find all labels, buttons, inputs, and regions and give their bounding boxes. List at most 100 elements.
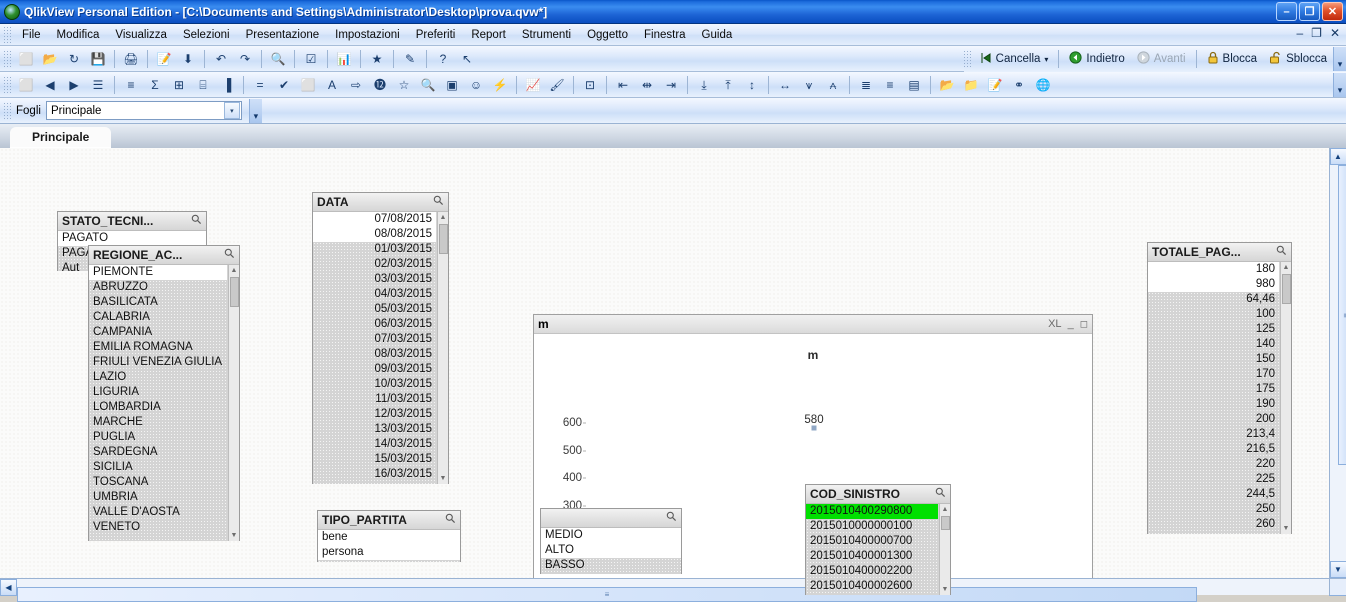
listbox-row[interactable]: 190	[1148, 397, 1279, 412]
resize-equal-width-icon[interactable]: ≣	[855, 74, 877, 96]
listbox-row[interactable]: 16/03/2015	[313, 467, 436, 482]
sheet-combo[interactable]: Principale ▾	[46, 101, 242, 120]
open-document-icon[interactable]: 📂	[39, 48, 61, 70]
quick-chart-icon[interactable]: 📊	[333, 48, 355, 70]
menu-item-preferiti[interactable]: Preferiti	[408, 27, 464, 43]
magnifier-icon[interactable]	[1276, 245, 1287, 259]
sheet-toolbar-overflow-button[interactable]: ▾	[249, 99, 262, 123]
listbox-row[interactable]: 216,5	[1148, 442, 1279, 457]
listbox-row[interactable]: 213,4	[1148, 427, 1279, 442]
listbox-row[interactable]: 170	[1148, 367, 1279, 382]
scroll-up-button[interactable]: ▲	[438, 212, 449, 223]
new-slider-icon[interactable]: ⓬	[369, 74, 391, 96]
chevron-down-icon[interactable]: ▾	[224, 102, 240, 119]
listbox-row[interactable]: TOSCANA	[89, 475, 227, 490]
new-multi-box-icon[interactable]: ⌸	[192, 74, 214, 96]
listbox-row[interactable]: LAZIO	[89, 370, 227, 385]
search-icon[interactable]: 🔍	[267, 48, 289, 70]
listbox-row[interactable]: 05/03/2015	[313, 302, 436, 317]
scroll-track[interactable]	[940, 515, 951, 584]
listbox-row[interactable]: BASILICATA	[89, 295, 227, 310]
listbox-row[interactable]: 225	[1148, 472, 1279, 487]
listbox-row[interactable]: PAGATO	[58, 231, 206, 246]
save-icon[interactable]: 💾	[87, 48, 109, 70]
design-toolbar-overflow-button[interactable]: ▾	[1333, 73, 1346, 97]
new-container-icon[interactable]: ▣	[441, 74, 463, 96]
scroll-track[interactable]	[1281, 273, 1292, 523]
menu-item-report[interactable]: Report	[463, 27, 514, 43]
publish-icon[interactable]: 🌐	[1032, 74, 1054, 96]
new-input-box-icon[interactable]: =	[249, 74, 271, 96]
unlock-button[interactable]: Sblocca	[1263, 49, 1333, 69]
print-icon[interactable]: 🖨	[120, 48, 142, 70]
listbox-row[interactable]: 03/03/2015	[313, 272, 436, 287]
scroll-up-button[interactable]: ▲	[1281, 262, 1292, 273]
listbox-row[interactable]: 2015010400290800	[806, 504, 938, 519]
align-bottom-icon[interactable]: ⤓	[693, 74, 715, 96]
align-middle-icon[interactable]: ↕	[741, 74, 763, 96]
listbox-row[interactable]: MEDIO	[541, 528, 681, 543]
toolbar-grip-icon[interactable]	[4, 51, 11, 67]
restore-button[interactable]: ❐	[1299, 2, 1320, 21]
new-sheet-icon[interactable]: ⬜	[15, 74, 37, 96]
time-chart-wizard-icon[interactable]: 📈	[522, 74, 544, 96]
menu-item-impostazioni[interactable]: Impostazioni	[327, 27, 408, 43]
listbox-body[interactable]: benepersona	[318, 530, 460, 562]
current-selections-icon[interactable]: ☑	[300, 48, 322, 70]
menu-item-file[interactable]: File	[14, 27, 49, 43]
previous-sheet-icon[interactable]: ◀	[39, 74, 61, 96]
listbox-row[interactable]: 06/03/2015	[313, 317, 436, 332]
listbox-cod-sinistro[interactable]: COD_SINISTRO2015010400290800201501000000…	[805, 484, 951, 595]
listbox-row[interactable]: EMILIA ROMAGNA	[89, 340, 227, 355]
space-horizontal-icon[interactable]: ⩜	[822, 74, 844, 96]
toolbar-grip-icon[interactable]	[4, 77, 11, 93]
listbox-row[interactable]: 2015010400000700	[806, 534, 938, 549]
listbox-row[interactable]: 150	[1148, 352, 1279, 367]
new-bookmark-object-icon[interactable]: ☆	[393, 74, 415, 96]
scroll-thumb[interactable]	[230, 277, 239, 307]
undo-icon[interactable]: ↶	[210, 48, 232, 70]
menu-item-selezioni[interactable]: Selezioni	[175, 27, 238, 43]
minimize-button[interactable]: –	[1276, 2, 1297, 21]
distribute-horizontal-icon[interactable]: ↔	[774, 74, 796, 96]
new-custom-object-icon[interactable]: ☺	[465, 74, 487, 96]
listbox-body[interactable]: PIEMONTEABRUZZOBASILICATACALABRIACAMPANI…	[89, 265, 239, 541]
listbox-row[interactable]: CAMPANIA	[89, 325, 227, 340]
menu-item-strumenti[interactable]: Strumenti	[514, 27, 579, 43]
listbox-row[interactable]: 2015010400001300	[806, 549, 938, 564]
export-to-excel-icon[interactable]: XL	[1048, 318, 1061, 330]
new-table-box-icon[interactable]: ⊞	[168, 74, 190, 96]
listbox-scrollbar[interactable]: ▲▼	[1280, 262, 1291, 534]
promote-icon[interactable]: 📂	[936, 74, 958, 96]
format-painter-icon[interactable]: 🖌	[546, 74, 568, 96]
menu-item-visualizza[interactable]: Visualizza	[107, 27, 175, 43]
sheet-properties-icon[interactable]: ☰	[87, 74, 109, 96]
new-search-object-icon[interactable]: 🔍	[417, 74, 439, 96]
listbox-body[interactable]: 18098064,46100125140150170175190200213,4…	[1148, 262, 1291, 534]
new-text-object-icon[interactable]: A	[321, 74, 343, 96]
scroll-up-button[interactable]: ▲	[940, 504, 951, 515]
align-center-horizontal-icon[interactable]: ⇹	[636, 74, 658, 96]
edit-script-icon[interactable]: 📝	[153, 48, 175, 70]
listbox-row[interactable]: 2015010000000100	[806, 519, 938, 534]
edit-properties-icon[interactable]: 📝	[984, 74, 1006, 96]
stack-icon[interactable]: ▤	[903, 74, 925, 96]
reload-icon[interactable]: ↻	[63, 48, 85, 70]
listbox-row[interactable]: 244,5	[1148, 487, 1279, 502]
listbox-regione-accadimento[interactable]: REGIONE_AC...PIEMONTEABRUZZOBASILICATACA…	[88, 245, 240, 541]
chart-data-point[interactable]	[812, 426, 817, 431]
new-chart-icon[interactable]: ▐	[216, 74, 238, 96]
scroll-down-button[interactable]: ▼	[438, 473, 449, 484]
listbox-row[interactable]: 08/03/2015	[313, 347, 436, 362]
listbox-row[interactable]: 01/03/2015	[313, 242, 436, 257]
listbox-totale-pagato[interactable]: TOTALE_PAG...18098064,461001251401501701…	[1147, 242, 1292, 534]
help-icon[interactable]: ?	[432, 48, 454, 70]
maximize-icon[interactable]: ◻	[1080, 319, 1088, 330]
clear-selections-button[interactable]: Cancella ▾	[974, 50, 1055, 69]
listbox-row[interactable]: 07/03/2015	[313, 332, 436, 347]
mdi-restore-button[interactable]: ❐	[1311, 26, 1322, 40]
listbox-row[interactable]: 200	[1148, 412, 1279, 427]
align-left-icon[interactable]: ⇤	[612, 74, 634, 96]
listbox-data[interactable]: DATA07/08/201508/08/201501/03/201502/03/…	[312, 192, 449, 484]
listbox-row[interactable]: bene	[318, 530, 460, 545]
